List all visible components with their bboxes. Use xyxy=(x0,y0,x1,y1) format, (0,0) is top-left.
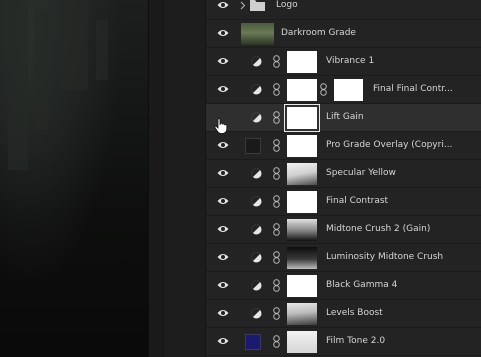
visibility-eye-icon[interactable] xyxy=(217,307,229,319)
layer-row-final-contrast[interactable]: Final Contrast xyxy=(206,188,481,216)
layer-mask-thumbnail[interactable] xyxy=(287,219,317,241)
layer-row-vibrance-1[interactable]: Vibrance 1 xyxy=(206,48,481,76)
visibility-eye-icon[interactable] xyxy=(217,223,229,235)
visibility-eye-icon[interactable] xyxy=(217,27,229,39)
layer-row-pro-grade-overlay[interactable]: Pro Grade Overlay (Copyri... xyxy=(206,132,481,160)
fill-color-swatch[interactable] xyxy=(245,334,261,350)
layer-name: Vibrance 1 xyxy=(326,56,375,66)
adjustment-layer-icon xyxy=(251,308,262,319)
link-chain-icon[interactable] xyxy=(273,223,280,236)
layer-row-film-tone-2[interactable]: Film Tone 2.0 xyxy=(206,328,481,356)
layer-mask-thumbnail[interactable] xyxy=(287,275,317,297)
link-chain-icon[interactable] xyxy=(273,83,280,96)
layer-mask-thumbnail[interactable] xyxy=(287,135,317,157)
adjustment-layer-icon xyxy=(251,84,262,95)
visibility-eye-icon[interactable] xyxy=(217,83,229,95)
layer-name: Film Tone 2.0 xyxy=(326,336,386,346)
layer-name: Midtone Crush 2 (Gain) xyxy=(326,224,431,234)
adjustment-layer-icon xyxy=(251,280,262,291)
adjustment-layer-icon xyxy=(251,168,262,179)
layer-mask-thumbnail[interactable] xyxy=(284,104,320,132)
layer-row-final-final-contrast[interactable]: Final Final Contr... xyxy=(206,76,481,104)
visibility-eye-icon[interactable] xyxy=(217,55,229,67)
layer-mask-thumbnail[interactable] xyxy=(287,303,317,325)
layer-mask-thumbnail[interactable] xyxy=(287,191,317,213)
link-chain-icon[interactable] xyxy=(273,139,280,152)
layer-row-black-gamma-4[interactable]: Black Gamma 4 xyxy=(206,272,481,300)
visibility-eye-icon[interactable] xyxy=(217,0,229,11)
layer-name: Pro Grade Overlay (Copyri... xyxy=(326,140,453,150)
layer-row-lift-gain[interactable]: Lift Gain xyxy=(206,104,481,132)
fill-color-swatch[interactable] xyxy=(245,138,261,154)
layer-name: Darkroom Grade xyxy=(281,28,356,38)
layer-row-luminosity-midtone-crush[interactable]: Luminosity Midtone Crush xyxy=(206,244,481,272)
layer-row-darkroom-grade[interactable]: Darkroom Grade xyxy=(206,20,481,48)
visibility-eye-icon[interactable] xyxy=(217,139,229,151)
adjustment-layer-icon xyxy=(251,196,262,207)
adjustment-layer-icon xyxy=(251,252,262,263)
document-canvas xyxy=(0,0,148,357)
layer-mask-thumbnail[interactable] xyxy=(287,79,317,101)
layer-name: Logo xyxy=(276,0,298,10)
layer-mask-thumbnail[interactable] xyxy=(287,163,317,185)
adjustment-layer-icon xyxy=(251,112,262,123)
vector-mask-thumbnail[interactable] xyxy=(334,79,363,101)
visibility-eye-icon[interactable] xyxy=(217,335,229,347)
visibility-eye-icon[interactable] xyxy=(217,167,229,179)
layer-row-specular-yellow[interactable]: Specular Yellow xyxy=(206,160,481,188)
layer-name: Final Final Contr... xyxy=(373,84,453,94)
layer-mask-thumbnail[interactable] xyxy=(287,331,317,353)
adjustment-layer-icon xyxy=(251,224,262,235)
layer-mask-thumbnail[interactable] xyxy=(287,247,317,269)
link-chain-icon[interactable] xyxy=(273,251,280,264)
group-expand-chevron-icon[interactable] xyxy=(240,1,246,10)
visibility-eye-icon[interactable] xyxy=(217,251,229,263)
folder-icon xyxy=(250,0,265,11)
layer-name: Luminosity Midtone Crush xyxy=(326,252,444,262)
layer-name: Levels Boost xyxy=(326,308,383,318)
adjustment-layer-icon xyxy=(251,56,262,67)
visibility-eye-icon[interactable] xyxy=(217,195,229,207)
layer-name: Final Contrast xyxy=(326,196,389,206)
link-chain-icon[interactable] xyxy=(273,335,280,348)
link-chain-icon[interactable] xyxy=(273,111,280,124)
layers-panel: Logo Darkroom Grade Vibrance 1 Final Fin… xyxy=(205,0,481,357)
layer-name: Black Gamma 4 xyxy=(326,280,398,290)
link-chain-icon[interactable] xyxy=(273,167,280,180)
link-chain-icon[interactable] xyxy=(273,195,280,208)
canvas-scrollbar[interactable] xyxy=(148,0,163,357)
panel-gutter xyxy=(163,0,206,357)
link-chain-icon[interactable] xyxy=(273,279,280,292)
layer-thumbnail xyxy=(241,23,274,45)
layer-row-midtone-crush-2[interactable]: Midtone Crush 2 (Gain) xyxy=(206,216,481,244)
layer-name: Specular Yellow xyxy=(326,168,396,178)
hand-pointer-cursor-icon xyxy=(214,118,228,134)
link-chain-icon[interactable] xyxy=(273,55,280,68)
layer-row-logo[interactable]: Logo xyxy=(206,0,481,20)
link-chain-icon[interactable] xyxy=(320,83,327,96)
layer-name: Lift Gain xyxy=(326,112,364,122)
layer-mask-thumbnail[interactable] xyxy=(287,51,317,73)
visibility-eye-icon[interactable] xyxy=(217,279,229,291)
layer-row-levels-boost[interactable]: Levels Boost xyxy=(206,300,481,328)
link-chain-icon[interactable] xyxy=(273,307,280,320)
